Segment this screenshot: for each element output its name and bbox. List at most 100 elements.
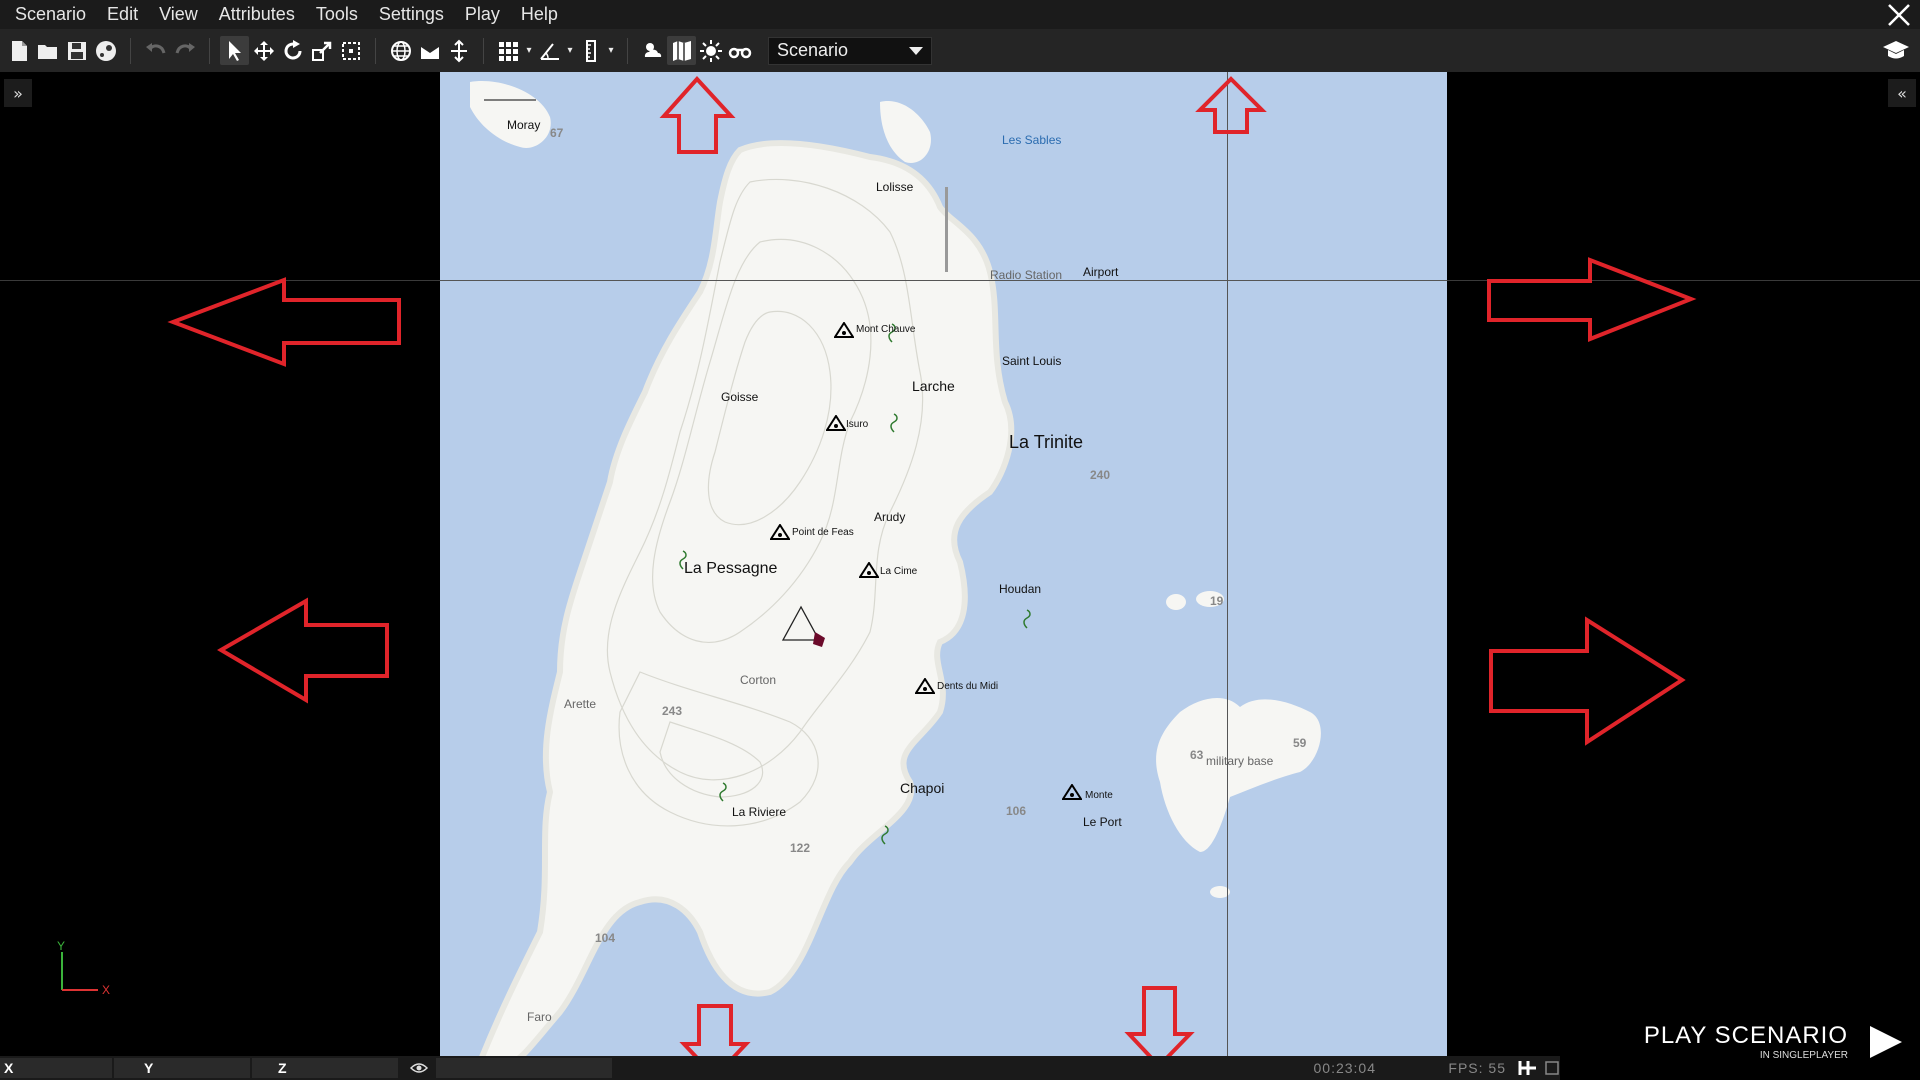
map-label: Monte — [1085, 790, 1113, 801]
altitude-label: 19 — [1210, 594, 1224, 608]
mountain-icon — [826, 415, 846, 431]
toolbar-separator — [130, 37, 131, 64]
menu-help[interactable]: Help — [514, 0, 572, 29]
map-label: Corton — [740, 673, 777, 687]
altitude-label: 104 — [595, 931, 616, 945]
graduation-cap-icon[interactable] — [1882, 37, 1910, 65]
visibility-field[interactable] — [436, 1058, 612, 1078]
toolbar: ▾ ▾ ▾ Scenario — [0, 29, 1920, 72]
redo-icon[interactable] — [170, 36, 199, 65]
axis-gizmo: Y X — [57, 940, 110, 997]
angle-snap-icon[interactable] — [535, 36, 564, 65]
map-label: Saint Louis — [1002, 354, 1062, 368]
map-label: military base — [1206, 754, 1274, 768]
lighting-icon[interactable] — [696, 36, 725, 65]
map-viewport[interactable]: Moray Les Sables Lolisse Radio Station A… — [440, 72, 1447, 1056]
play-scenario-subtitle: IN SINGLEPLAYER — [1759, 1050, 1848, 1061]
chevron-down-icon[interactable]: ▾ — [523, 36, 535, 65]
map-label: Les Sables — [1002, 133, 1062, 147]
crosshair-vertical-line — [1227, 72, 1228, 1056]
expand-left-panel-button[interactable]: » — [4, 79, 32, 107]
save-icon[interactable] — [62, 36, 91, 65]
map-label: Point de Feas — [792, 527, 854, 538]
coord-z-label: Z — [278, 1060, 287, 1076]
vertical-mode-icon[interactable] — [444, 36, 473, 65]
coord-x-field[interactable]: X — [0, 1058, 112, 1078]
island-landmass — [470, 81, 1321, 1056]
globe-icon[interactable] — [386, 36, 415, 65]
eye-icon[interactable] — [410, 1058, 430, 1078]
binoculars-icon[interactable] — [725, 36, 754, 65]
weather-icon[interactable] — [638, 36, 667, 65]
arrow-right-icon — [1489, 616, 1686, 746]
menu-view[interactable]: View — [152, 0, 212, 29]
play-scenario-text: PLAY SCENARIO IN SINGLEPLAYER — [1644, 1022, 1848, 1061]
map-label: Moray — [507, 118, 541, 132]
mountain-icon — [859, 562, 879, 578]
menu-play[interactable]: Play — [458, 0, 514, 29]
map-icon[interactable] — [667, 36, 696, 65]
chevron-down-icon — [909, 46, 923, 55]
mode-select[interactable]: Scenario — [768, 36, 932, 65]
map-label: Larche — [912, 378, 955, 394]
undo-icon[interactable] — [141, 36, 170, 65]
network-icon[interactable] — [1518, 1059, 1538, 1077]
menu-attributes[interactable]: Attributes — [212, 0, 309, 29]
chevron-down-icon[interactable]: ▾ — [564, 36, 576, 65]
altitude-label: 122 — [790, 841, 811, 855]
mountain-icon — [770, 524, 790, 540]
gizmo-x-label: X — [102, 983, 110, 997]
map-label: Chapoi — [900, 780, 945, 796]
move-tool-icon[interactable] — [249, 36, 278, 65]
map-label: Goisse — [721, 390, 759, 404]
map-label: Arette — [564, 697, 597, 711]
chevron-down-icon[interactable]: ▾ — [605, 36, 617, 65]
menu-tools[interactable]: Tools — [309, 0, 372, 29]
altitude-label: 67 — [550, 126, 564, 140]
close-icon[interactable] — [1886, 2, 1912, 28]
map-label: Houdan — [999, 582, 1042, 596]
map-label: La Trinite — [1009, 432, 1084, 452]
select-tool-icon[interactable] — [220, 36, 249, 65]
map-label: La Pessagne — [684, 560, 778, 577]
map-label: Dents du Midi — [937, 681, 999, 692]
coord-x-label: X — [4, 1060, 14, 1076]
crosshair-horizontal-line — [440, 280, 1447, 281]
mission-time: 00:23:04 — [1313, 1060, 1376, 1076]
menu-settings[interactable]: Settings — [372, 0, 458, 29]
menu-scenario[interactable]: Scenario — [8, 0, 100, 29]
open-folder-icon[interactable] — [33, 36, 62, 65]
coord-y-field[interactable]: Y — [114, 1058, 250, 1078]
scale-tool-icon[interactable] — [307, 36, 336, 65]
toolbar-separator — [483, 37, 484, 64]
ruler-icon[interactable] — [576, 36, 605, 65]
altitude-label: 59 — [1293, 736, 1307, 750]
play-scenario-title: PLAY SCENARIO — [1643, 1022, 1848, 1049]
map-label: Isuro — [846, 419, 869, 430]
terrain-snap-icon[interactable] — [415, 36, 444, 65]
arrow-left-icon — [167, 277, 401, 367]
new-file-icon[interactable] — [4, 36, 33, 65]
map-label: La Riviere — [732, 805, 787, 819]
window-icon[interactable] — [1544, 1060, 1560, 1076]
coord-z-field[interactable]: Z — [252, 1058, 398, 1078]
area-tool-icon[interactable] — [336, 36, 365, 65]
play-scenario-button[interactable]: PLAY SCENARIO IN SINGLEPLAYER — [1644, 1022, 1904, 1061]
toolbar-separator — [375, 37, 376, 64]
altitude-label: 240 — [1090, 468, 1111, 482]
coord-y-label: Y — [144, 1060, 154, 1076]
toolbar-separator — [627, 37, 628, 64]
rotate-tool-icon[interactable] — [278, 36, 307, 65]
expand-right-panel-button[interactable]: « — [1888, 79, 1916, 107]
status-bar: X Y Z 00:23:04 FPS: 55 — [0, 1056, 1560, 1080]
grid-icon[interactable] — [494, 36, 523, 65]
menu-edit[interactable]: Edit — [100, 0, 152, 29]
altitude-label: 106 — [1006, 804, 1027, 818]
mountain-icon — [915, 678, 935, 694]
map-label: Airport — [1083, 265, 1119, 279]
arrow-left-icon — [217, 597, 389, 704]
fps-counter: FPS: 55 — [1448, 1060, 1506, 1076]
mode-select-value: Scenario — [777, 40, 849, 60]
steam-icon[interactable] — [91, 36, 120, 65]
map-label: Radio Station — [990, 268, 1063, 282]
